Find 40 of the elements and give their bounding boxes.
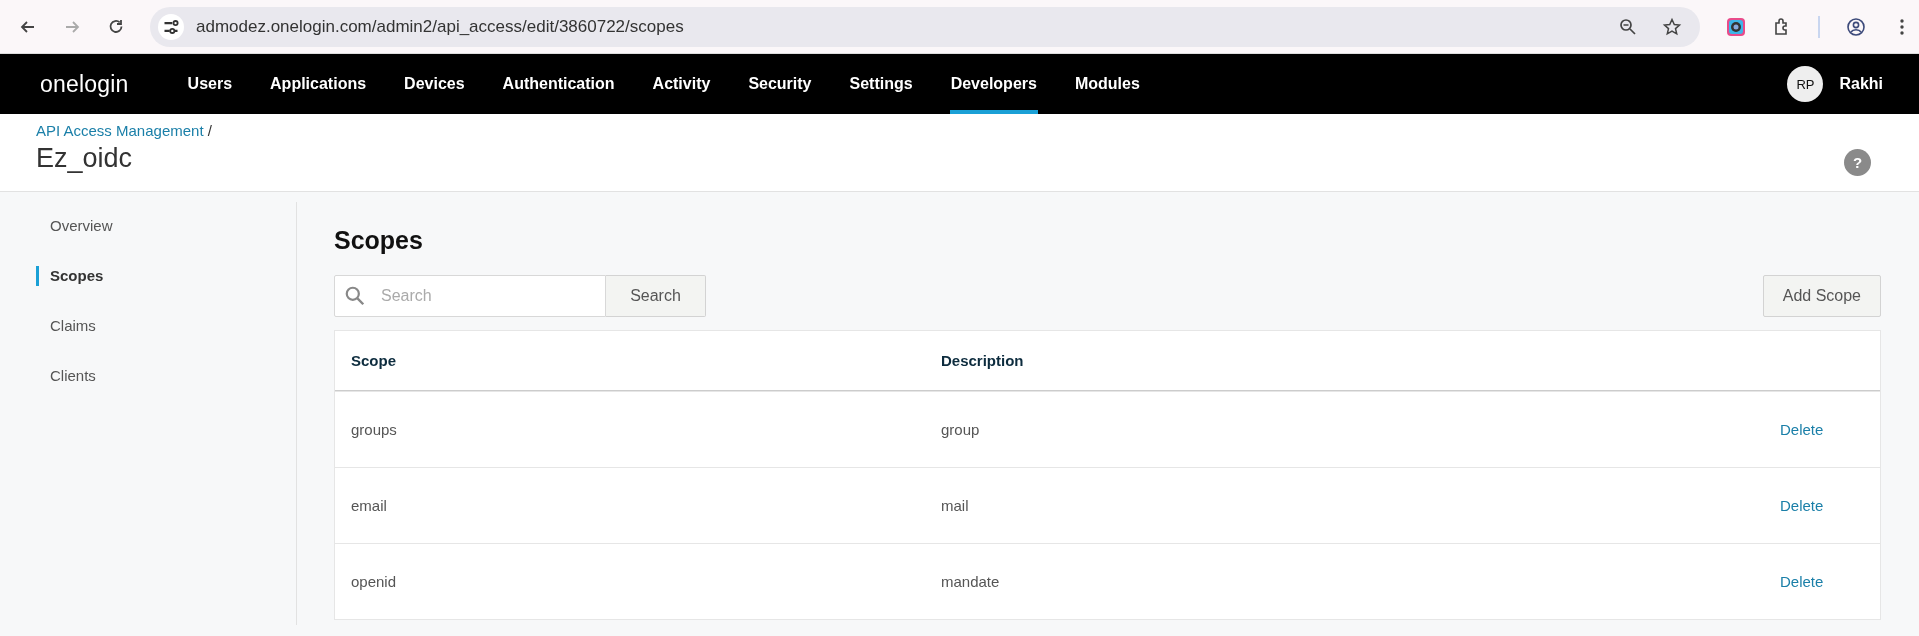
extension-icon[interactable] (1726, 16, 1746, 37)
sidebar-item[interactable]: Claims (36, 316, 296, 336)
star-icon[interactable] (1662, 16, 1682, 37)
nav-tab[interactable]: Security (747, 54, 813, 114)
column-header: Scope (351, 352, 397, 369)
nav-tab[interactable]: Activity (651, 54, 712, 114)
table-cell-text: email (351, 497, 388, 514)
table-cell-text: mail (941, 497, 970, 514)
nav-tab[interactable]: Users (186, 54, 234, 114)
site-settings-icon[interactable] (158, 13, 184, 40)
table-cell-text: mandate (941, 573, 1001, 590)
table-cell-text: groups (351, 421, 398, 438)
delete-link[interactable]: Delete (1780, 497, 1880, 514)
nav-tab[interactable]: Modules (1073, 54, 1141, 114)
search-field[interactable]: Search (334, 275, 606, 317)
address-bar[interactable]: admodez.onelogin.com/admin2/api_access/edit/3860722/scopes (150, 6, 1700, 47)
logo[interactable]: onelogin (40, 70, 129, 98)
profile-icon[interactable] (1846, 16, 1866, 37)
add-scope-button[interactable]: Add Scope (1762, 275, 1881, 317)
sidebar-item[interactable]: Clients (36, 366, 296, 386)
sidebar-item[interactable]: Overview (36, 216, 296, 236)
nav-tab[interactable]: Settings (848, 54, 914, 114)
delete-link[interactable]: Delete (1780, 421, 1880, 438)
table-cell-text: openid (351, 573, 398, 590)
section-heading: Scopes (334, 226, 424, 255)
sidebar-item[interactable]: Scopes (36, 266, 296, 286)
table-cell-text: group (941, 421, 981, 438)
nav-tab[interactable]: Authentication (501, 54, 616, 114)
zoom-out-icon[interactable] (1618, 16, 1638, 37)
delete-link[interactable]: Delete (1780, 573, 1880, 590)
user-name[interactable]: Rakhi (1839, 75, 1883, 93)
column-header: Description (941, 352, 1025, 369)
nav-tab[interactable]: Devices (403, 54, 466, 114)
search-icon (344, 285, 366, 307)
breadcrumb-link[interactable]: API Access Management (36, 122, 204, 139)
page-title: Ez_oidc (36, 143, 134, 174)
search-button[interactable]: Search (606, 275, 706, 317)
breadcrumb-separator: / (207, 122, 212, 139)
user-avatar[interactable]: RP (1787, 66, 1824, 102)
nav-tab[interactable]: Applications (269, 54, 368, 114)
